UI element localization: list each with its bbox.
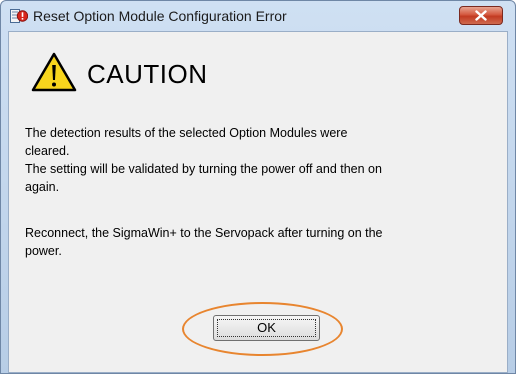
message-line: The detection results of the selected Op… (25, 126, 348, 140)
message-line: again. (25, 180, 60, 194)
error-app-icon (10, 9, 28, 23)
message-line: cleared. (25, 144, 70, 158)
close-icon (475, 10, 487, 21)
ok-button-label: OK (257, 320, 276, 335)
title-bar[interactable]: Reset Option Module Configuration Error (1, 1, 515, 31)
caution-heading: CAUTION (87, 59, 208, 89)
close-button[interactable] (459, 6, 503, 25)
dialog-window: Reset Option Module Configuration Error … (0, 0, 516, 374)
message-line: Reconnect, the SigmaWin+ to the Servopac… (25, 226, 383, 240)
ok-button[interactable]: OK (213, 315, 320, 341)
warning-triangle-icon (31, 52, 77, 92)
message-line: power. (25, 244, 62, 258)
message-line: The setting will be validated by turning… (25, 162, 382, 176)
window-title: Reset Option Module Configuration Error (33, 8, 287, 24)
